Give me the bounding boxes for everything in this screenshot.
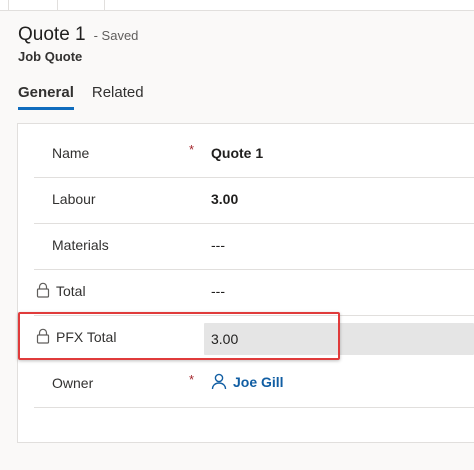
- name-field[interactable]: Quote 1: [211, 145, 263, 161]
- command-bar: [0, 0, 474, 11]
- field-label-name: Name: [52, 145, 90, 161]
- field-row-owner: Owner * Joe Gill: [34, 362, 474, 408]
- field-label-total: Total: [56, 283, 86, 299]
- total-field: ---: [211, 283, 225, 299]
- tab-related[interactable]: Related: [92, 84, 144, 110]
- owner-link[interactable]: Joe Gill: [211, 373, 284, 390]
- field-label-labour: Labour: [52, 191, 96, 207]
- command-bar-separator: [57, 0, 58, 10]
- field-row-materials: Materials ---: [34, 224, 474, 270]
- field-label-pfx-total: PFX Total: [56, 329, 117, 345]
- field-row-total: Total ---: [34, 270, 474, 316]
- pfx-total-field: 3.00: [204, 323, 474, 355]
- required-indicator: *: [189, 372, 195, 387]
- field-divider: [34, 407, 474, 408]
- record-title: Quote 1: [18, 24, 86, 45]
- owner-name[interactable]: Joe Gill: [233, 374, 284, 390]
- lock-icon: [36, 282, 50, 298]
- person-icon: [211, 373, 227, 390]
- lock-icon: [36, 328, 50, 344]
- field-row-pfx-total: PFX Total 3.00: [34, 316, 474, 362]
- labour-field[interactable]: 3.00: [211, 191, 238, 207]
- field-row-name: Name * Quote 1: [34, 132, 474, 178]
- general-section: Name * Quote 1 Labour 3.00 Materials ---…: [17, 123, 474, 443]
- owner-field[interactable]: Joe Gill: [211, 373, 284, 390]
- form-tabs: General Related: [18, 84, 162, 110]
- record-header: Quote 1 - Saved: [18, 24, 138, 46]
- materials-field[interactable]: ---: [211, 237, 225, 253]
- command-bar-separator: [104, 0, 105, 10]
- tab-general[interactable]: General: [18, 84, 74, 110]
- entity-type: Job Quote: [18, 49, 83, 64]
- save-status: - Saved: [93, 28, 139, 43]
- field-label-materials: Materials: [52, 237, 109, 253]
- command-bar-separator: [8, 0, 9, 10]
- pfx-total-value: 3.00: [211, 331, 239, 347]
- field-label-owner: Owner: [52, 375, 94, 391]
- field-row-labour: Labour 3.00: [34, 178, 474, 224]
- required-indicator: *: [189, 142, 195, 157]
